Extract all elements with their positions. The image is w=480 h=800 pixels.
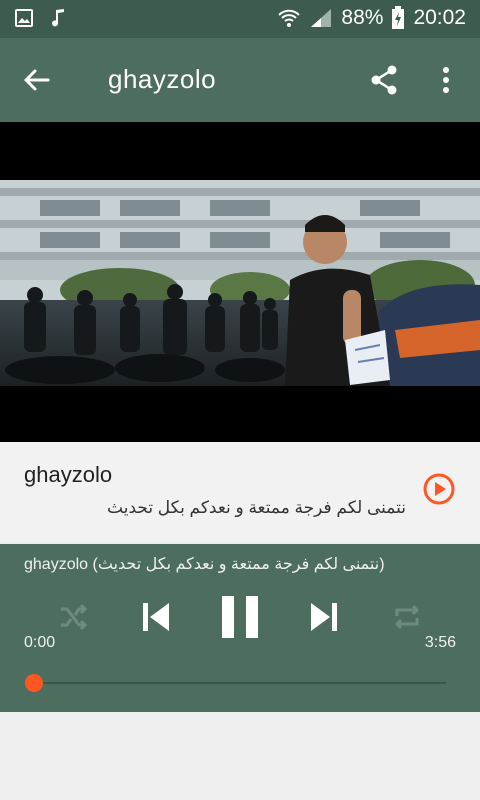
video-player[interactable] xyxy=(0,122,480,442)
video-frame xyxy=(0,180,480,386)
shuffle-icon[interactable] xyxy=(58,602,88,632)
now-playing-title: ghayzolo (نتمنى لكم فرجة ممتعة و نعدكم ب… xyxy=(24,556,385,573)
wifi-icon xyxy=(278,9,301,27)
track-subtitle: نتمنى لكم فرجة ممتعة و نعدكم بكل تحديث xyxy=(107,498,406,517)
image-icon xyxy=(15,9,33,27)
status-bar: 88% 20:02 xyxy=(0,0,480,38)
next-icon[interactable] xyxy=(308,600,340,634)
elapsed-time: 0:00 xyxy=(24,634,56,651)
seek-bar[interactable] xyxy=(34,682,446,684)
track-title: ghayzolo xyxy=(24,462,113,487)
status-left xyxy=(14,8,66,28)
seek-thumb[interactable] xyxy=(25,674,43,692)
track-card[interactable]: ghayzolo نتمنى لكم فرجة ممتعة و نعدكم بك… xyxy=(0,442,480,542)
duration-time: 3:56 xyxy=(424,634,456,651)
signal-icon xyxy=(311,9,332,27)
status-right: 88% 20:02 xyxy=(277,6,466,30)
media-player: ghayzolo (نتمنى لكم فرجة ممتعة و نعدكم ب… xyxy=(0,544,480,712)
clock: 20:02 xyxy=(413,6,466,29)
app-bar: ghayzolo xyxy=(0,38,480,122)
previous-icon[interactable] xyxy=(140,600,172,634)
repeat-icon[interactable] xyxy=(392,602,422,632)
battery-icon xyxy=(392,6,405,29)
more-vert-icon[interactable] xyxy=(434,64,458,96)
play-circle-icon[interactable] xyxy=(422,472,456,506)
back-arrow-icon[interactable] xyxy=(20,64,52,96)
music-icon xyxy=(52,9,64,27)
page-title: ghayzolo xyxy=(108,64,217,94)
share-icon[interactable] xyxy=(368,64,400,96)
empty-area xyxy=(0,712,480,800)
pause-icon[interactable] xyxy=(218,594,262,640)
battery-percent: 88% xyxy=(341,6,384,29)
